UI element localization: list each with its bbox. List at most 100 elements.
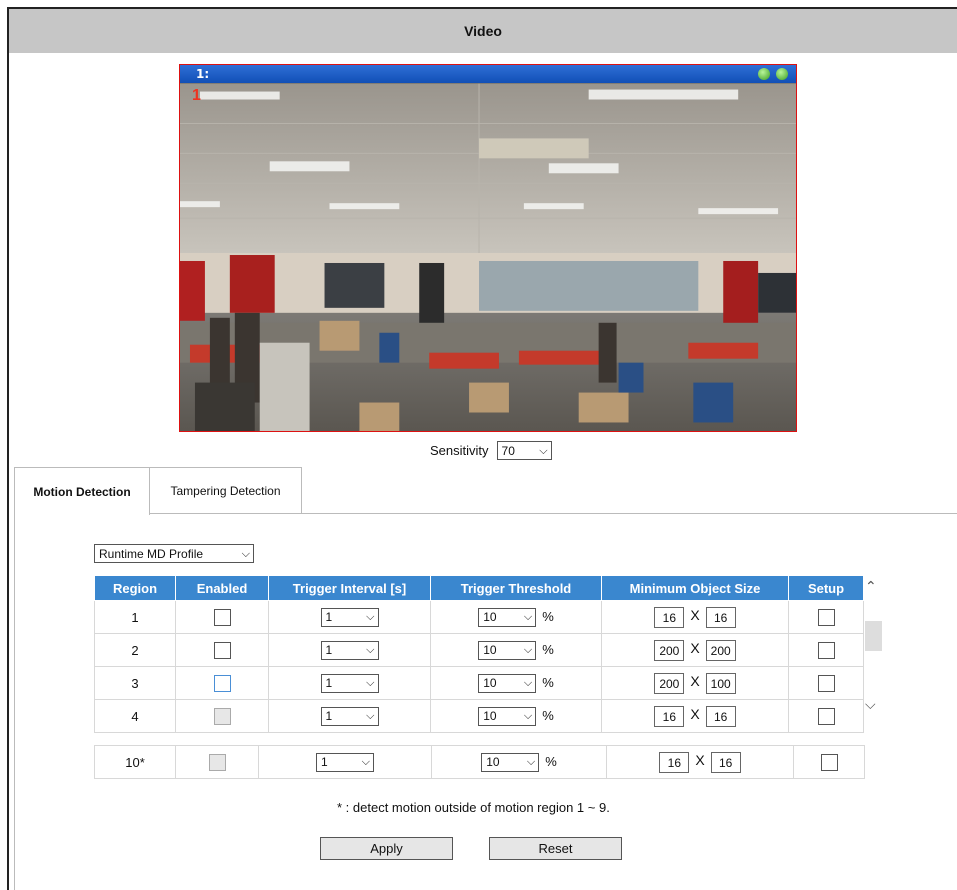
threshold-value: 10 <box>483 676 497 690</box>
setup-checkbox[interactable] <box>817 608 835 626</box>
percent-label: % <box>542 642 554 657</box>
interval-value: 1 <box>325 676 333 690</box>
trigger-interval-select[interactable]: 1 ⌵ <box>320 607 379 627</box>
percent-label: % <box>542 708 554 723</box>
min-width-input[interactable]: 16 <box>654 705 685 727</box>
trigger-interval-select[interactable]: 1 ⌵ <box>316 752 374 772</box>
tab-label: Tampering Detection <box>170 483 281 498</box>
camera-feed-image <box>180 83 796 431</box>
threshold-cell: 10 ⌵% <box>430 633 602 667</box>
apply-button[interactable]: Apply <box>320 837 453 860</box>
outside-region-note: * : detect motion outside of motion regi… <box>337 800 610 815</box>
tab-tampering-detection[interactable]: Tampering Detection <box>150 467 302 514</box>
setup-cell <box>788 600 864 634</box>
outside-region-table: 10* 1 ⌵ 10 ⌵% 16 X 16 <box>94 745 865 779</box>
enabled-checkbox[interactable] <box>213 707 231 725</box>
table-header-row: Region Enabled Trigger Interval [s] Trig… <box>94 575 864 601</box>
chevron-down-icon: ⌵ <box>526 755 536 768</box>
percent-label: % <box>542 675 554 690</box>
interval-value: 1 <box>325 610 333 624</box>
trigger-threshold-select[interactable]: 10 ⌵ <box>478 706 537 726</box>
threshold-cell: 10 ⌵% <box>431 745 607 779</box>
min-width-input[interactable]: 16 <box>659 751 690 773</box>
trigger-threshold-select[interactable]: 10 ⌵ <box>478 640 537 660</box>
col-min-object-size: Minimum Object Size <box>601 575 789 601</box>
chevron-up-icon[interactable]: ⌃ <box>865 579 877 595</box>
min-size-cell: 16 X 16 <box>601 600 789 634</box>
min-height-input[interactable]: 16 <box>705 606 736 628</box>
chevron-down-icon[interactable]: ⌵ <box>865 697 876 713</box>
setup-checkbox[interactable] <box>817 641 835 659</box>
table-row: 4 1 ⌵ 10 ⌵% 16 X 16 <box>94 699 864 733</box>
times-label: X <box>690 607 700 624</box>
md-profile-select[interactable]: Runtime MD Profile ⌵ <box>94 544 254 563</box>
threshold-cell: 10 ⌵% <box>430 699 602 733</box>
enabled-checkbox[interactable] <box>213 641 231 659</box>
threshold-cell: 10 ⌵% <box>430 600 602 634</box>
setup-checkbox[interactable] <box>820 753 838 771</box>
min-width-input[interactable]: 200 <box>654 672 685 694</box>
min-height-input[interactable]: 100 <box>705 672 736 694</box>
enabled-cell <box>175 699 269 733</box>
interval-value: 1 <box>325 709 333 723</box>
threshold-cell: 10 ⌵% <box>430 666 602 700</box>
threshold-value: 10 <box>483 709 497 723</box>
times-label: X <box>690 673 700 690</box>
col-region: Region <box>94 575 176 601</box>
video-title-bar: 1: <box>180 65 796 83</box>
interval-cell: 1 ⌵ <box>268 633 431 667</box>
trigger-interval-select[interactable]: 1 ⌵ <box>320 706 379 726</box>
threshold-value: 10 <box>486 755 500 769</box>
reset-button[interactable]: Reset <box>489 837 622 860</box>
trigger-interval-select[interactable]: 1 ⌵ <box>320 673 379 693</box>
threshold-value: 10 <box>483 643 497 657</box>
interval-cell: 1 ⌵ <box>268 666 431 700</box>
min-height-input[interactable]: 200 <box>705 639 736 661</box>
motion-region-table: Region Enabled Trigger Interval [s] Trig… <box>94 575 864 733</box>
setup-cell <box>788 633 864 667</box>
table-row: 10* 1 ⌵ 10 ⌵% 16 X 16 <box>94 745 865 779</box>
sensitivity-select[interactable]: 70 ⌵ <box>496 441 552 460</box>
min-size-cell: 200 X 200 <box>601 633 789 667</box>
setup-checkbox[interactable] <box>817 707 835 725</box>
region-number: 1 <box>94 600 176 634</box>
min-height-input[interactable]: 16 <box>710 751 741 773</box>
video-viewer[interactable]: 1: 1 <box>179 64 797 432</box>
page-title: Video <box>464 23 502 39</box>
status-light-icon <box>776 68 788 80</box>
scrollbar-thumb[interactable] <box>865 621 882 651</box>
enabled-checkbox[interactable] <box>213 674 231 692</box>
enabled-cell <box>175 666 269 700</box>
trigger-threshold-select[interactable]: 10 ⌵ <box>481 752 540 772</box>
times-label: X <box>690 640 700 657</box>
col-trigger-threshold: Trigger Threshold <box>430 575 602 601</box>
enabled-checkbox[interactable] <box>208 753 226 771</box>
setup-checkbox[interactable] <box>817 674 835 692</box>
chevron-down-icon: ⌵ <box>539 443 548 457</box>
min-height-input[interactable]: 16 <box>705 705 736 727</box>
min-size-cell: 16 X 16 <box>606 745 794 779</box>
enabled-cell <box>175 745 259 779</box>
tab-label: Motion Detection <box>33 484 131 499</box>
trigger-threshold-select[interactable]: 10 ⌵ <box>478 673 537 693</box>
min-width-input[interactable]: 200 <box>654 639 685 661</box>
region-number: 2 <box>94 633 176 667</box>
trigger-threshold-select[interactable]: 10 ⌵ <box>478 607 537 627</box>
region-number: 4 <box>94 699 176 733</box>
enabled-checkbox[interactable] <box>213 608 231 626</box>
table-row: 1 1 ⌵ 10 ⌵% 16 X 16 <box>94 600 864 634</box>
threshold-value: 10 <box>483 610 497 624</box>
table-scrollbar[interactable]: ⌃ ⌵ <box>863 579 883 729</box>
col-trigger-interval: Trigger Interval [s] <box>268 575 431 601</box>
min-size-cell: 16 X 16 <box>601 699 789 733</box>
trigger-interval-select[interactable]: 1 ⌵ <box>320 640 379 660</box>
chevron-down-icon: ⌵ <box>366 643 375 656</box>
status-light-icon <box>758 68 770 80</box>
region-number: 3 <box>94 666 176 700</box>
tab-motion-detection[interactable]: Motion Detection <box>14 467 150 515</box>
chevron-down-icon: ⌵ <box>241 546 250 560</box>
region-number: 10* <box>94 745 176 779</box>
chevron-down-icon: ⌵ <box>366 610 375 623</box>
min-width-input[interactable]: 16 <box>654 606 685 628</box>
sensitivity-value: 70 <box>501 443 515 458</box>
